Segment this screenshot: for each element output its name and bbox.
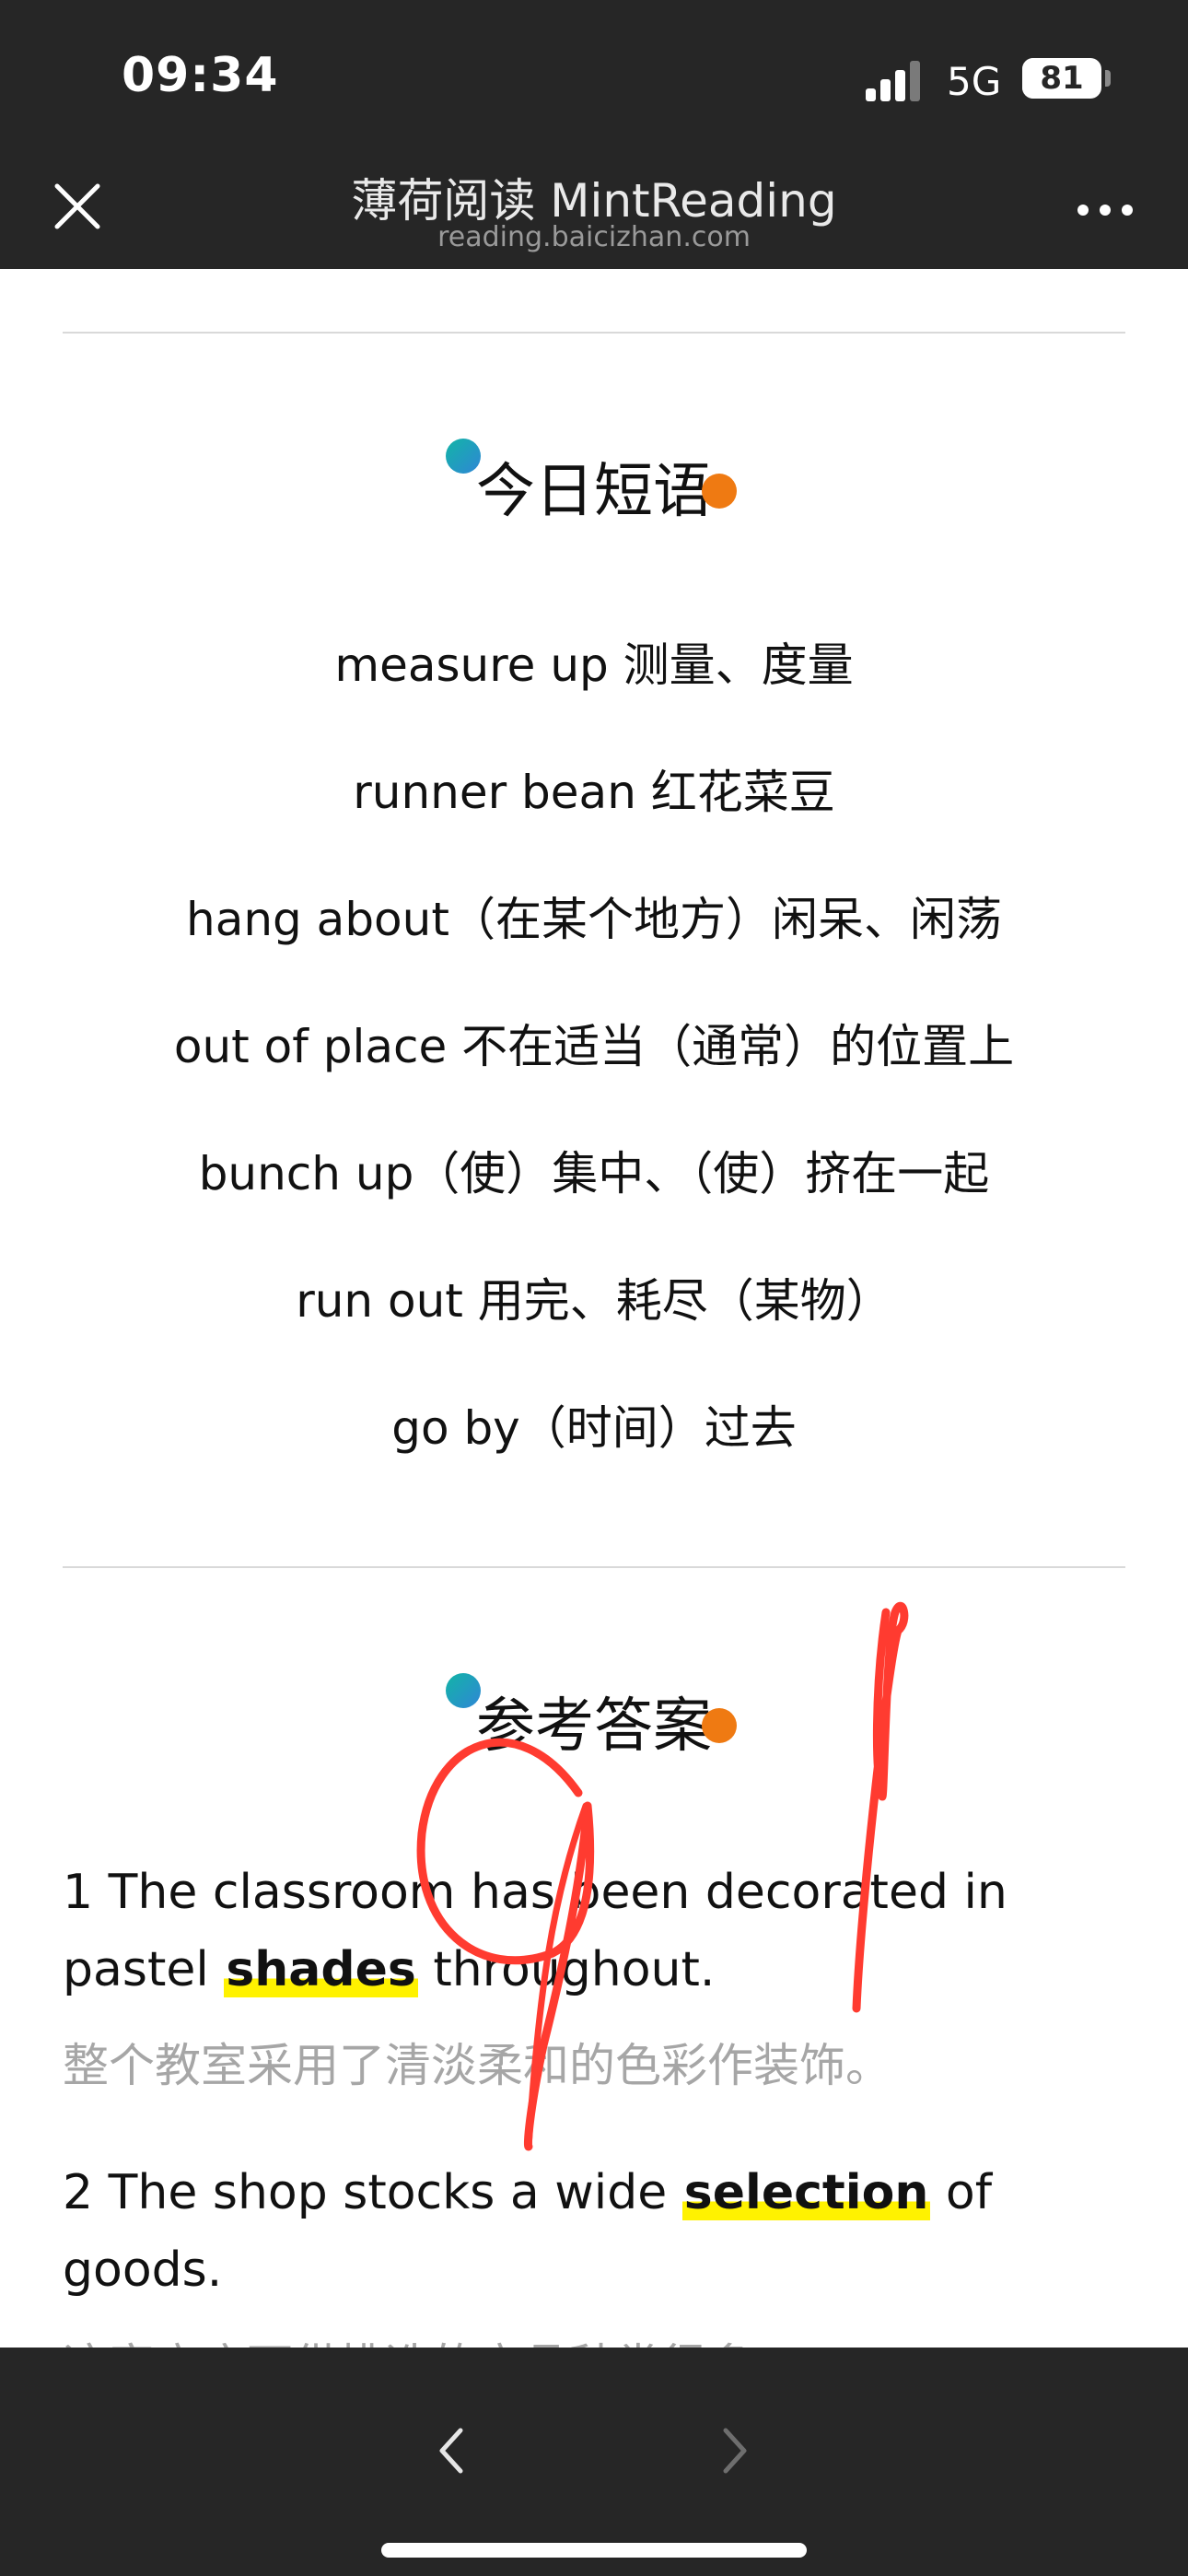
- title-dot-orange-icon: [702, 474, 737, 509]
- more-dots-icon: [1077, 205, 1089, 216]
- title-dot-orange-icon: [702, 1708, 737, 1743]
- divider: [63, 1566, 1125, 1568]
- phrase-item: out of place 不在适当（通常）的位置上: [173, 1020, 1015, 1073]
- answers-section-title: 参考答案: [476, 1692, 712, 1761]
- forward-button[interactable]: [705, 2423, 761, 2478]
- answer-text: 2 The shop stocks a wide: [63, 2165, 682, 2220]
- battery-percent: 81: [1040, 60, 1084, 97]
- phrases-section-title: 今日短语: [476, 458, 712, 526]
- back-button[interactable]: [425, 2423, 481, 2478]
- phrase-item: runner bean 红花菜豆: [353, 766, 835, 819]
- battery-icon: 81: [1022, 58, 1101, 99]
- more-button[interactable]: [1077, 197, 1136, 221]
- answer-sentence: 2 The shop stocks a wide selection of go…: [63, 2154, 1125, 2309]
- answer-keyword: selection: [681, 2165, 931, 2220]
- page-domain: reading.baicizhan.com: [437, 221, 751, 253]
- phrase-item: measure up 测量、度量: [334, 638, 854, 692]
- article-content[interactable]: 今日短语 measure up 测量、度量 runner bean 红花菜豆 h…: [0, 269, 1188, 2348]
- answer-translation: 这家商店可供挑选的商品种类很多。: [63, 2329, 1125, 2348]
- home-indicator[interactable]: [381, 2543, 807, 2558]
- status-bar: 09:34 5G 81: [0, 0, 1188, 147]
- answer-translation: 整个教室采用了清淡柔和的色彩作装饰。: [63, 2039, 891, 2092]
- chevron-left-icon: [439, 2428, 463, 2474]
- divider: [63, 332, 1125, 334]
- answer-keyword: shades: [224, 1942, 418, 1997]
- page: 09:34 5G 81 薄荷阅读 MintReading reading.bai…: [0, 0, 1188, 2576]
- answer-text: throughout.: [417, 1942, 716, 1997]
- status-time: 09:34: [122, 48, 279, 103]
- phrase-item: run out 用完、耗尽（某物）: [296, 1274, 892, 1328]
- cellular-signal-icon: [866, 61, 923, 101]
- answer-sentence: 1 The classroom has been decorated in pa…: [63, 1854, 1125, 2008]
- phrase-item: bunch up（使）集中、（使）挤在一起: [198, 1147, 990, 1200]
- network-type: 5G: [947, 59, 1002, 104]
- phrase-item: hang about（在某个地方）闲呆、闲荡: [186, 893, 1002, 946]
- nav-bar: 薄荷阅读 MintReading reading.baicizhan.com: [0, 147, 1188, 269]
- phrase-item: go by（时间）过去: [391, 1401, 797, 1455]
- chevron-right-icon: [723, 2428, 747, 2474]
- battery-cap: [1105, 70, 1111, 87]
- bottom-toolbar: [0, 2348, 1188, 2576]
